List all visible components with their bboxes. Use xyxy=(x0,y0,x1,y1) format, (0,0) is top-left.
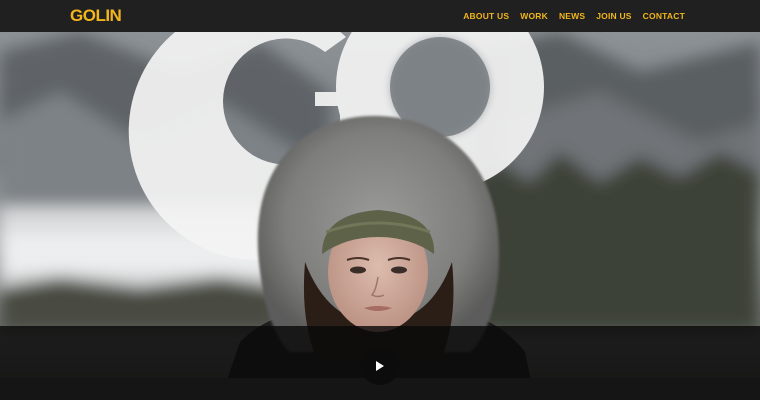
nav-contact[interactable]: CONTACT xyxy=(643,11,685,21)
page: GOLIN ABOUT US WORK NEWS JOIN US CONTACT xyxy=(0,0,760,400)
nav-work[interactable]: WORK xyxy=(520,11,548,21)
nav-join-us[interactable]: JOIN US xyxy=(596,11,631,21)
main-nav: ABOUT US WORK NEWS JOIN US CONTACT xyxy=(463,0,685,32)
site-header: GOLIN ABOUT US WORK NEWS JOIN US CONTACT xyxy=(0,0,760,32)
nav-news[interactable]: NEWS xyxy=(559,11,585,21)
play-video-button[interactable] xyxy=(361,347,399,385)
nav-about-us[interactable]: ABOUT US xyxy=(463,11,509,21)
golin-logo[interactable]: GOLIN xyxy=(70,7,122,25)
play-icon xyxy=(376,361,384,371)
